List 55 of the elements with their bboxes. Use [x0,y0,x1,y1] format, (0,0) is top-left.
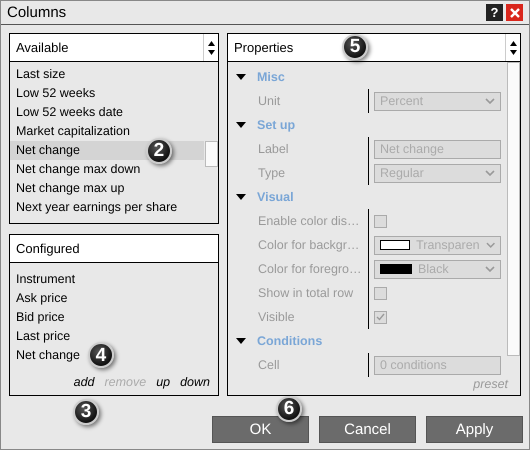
help-button[interactable]: ? [486,4,503,21]
configured-item[interactable]: Ask price [16,288,68,308]
chevron-down-icon [485,170,495,176]
dialog-button[interactable]: Apply [426,416,523,443]
property-label: Visible [257,310,296,324]
sort-arrows-icon[interactable] [505,34,520,61]
chevron-down-icon [486,242,495,248]
property-label: Color for foregro… [257,262,363,276]
callout-badge: 2 [146,138,172,164]
chevron-down-icon [485,266,495,272]
panel-header: Configured [15,240,80,256]
dialog-button[interactable]: Cancel [319,416,416,443]
group-label: Conditions [257,334,322,348]
property-label: Label [257,142,290,156]
action-link[interactable]: up [156,375,170,389]
expander-icon[interactable] [236,193,246,201]
checkbox[interactable] [374,286,387,300]
configured-item[interactable]: Bid price [16,308,65,327]
expander-icon[interactable] [236,337,246,345]
scrollbar-thumb[interactable] [205,141,218,167]
group-label: Misc [257,70,285,84]
available-item[interactable]: Low 52 weeks date [10,103,204,122]
group-label: Visual [257,190,294,204]
callout-badge: 4 [88,342,114,368]
action-link[interactable]: add [74,375,95,389]
dialog-button[interactable]: OK [212,416,309,443]
property-label: Color for backgr… [257,238,360,252]
expander-icon[interactable] [236,121,246,129]
available-item[interactable]: Net change max up [10,179,204,198]
property-label: Type [257,166,286,180]
sort-arrows-icon[interactable] [203,34,218,61]
callout-badge: 6 [276,396,302,422]
close-icon [510,8,520,18]
action-link[interactable]: down [180,375,210,389]
property-label: Cell [257,358,281,372]
property-label: Unit [257,94,282,108]
configured-item[interactable]: Instrument [16,270,76,289]
close-button[interactable] [506,4,523,21]
group-label: Set up [257,118,296,132]
available-item[interactable]: Low 52 weeks [10,84,204,103]
panel-header: Properties [233,40,294,55]
checkbox[interactable] [374,310,387,324]
expander-icon[interactable] [236,73,246,81]
callout-badge: 5 [342,34,368,60]
property-label: Show in total row [257,286,354,300]
window-title: Columns [7,4,68,21]
property-label: Enable color dis… [257,214,360,228]
callout-badge: 3 [73,398,99,425]
checkbox[interactable] [374,214,387,228]
available-item[interactable]: Last size [10,65,204,84]
configured-item[interactable]: Net change [16,346,80,365]
panel-header: Available [15,40,69,55]
available-item[interactable]: Next year earnings per share [10,198,204,217]
configured-item[interactable]: Last price [16,326,70,346]
chevron-down-icon [485,98,495,104]
